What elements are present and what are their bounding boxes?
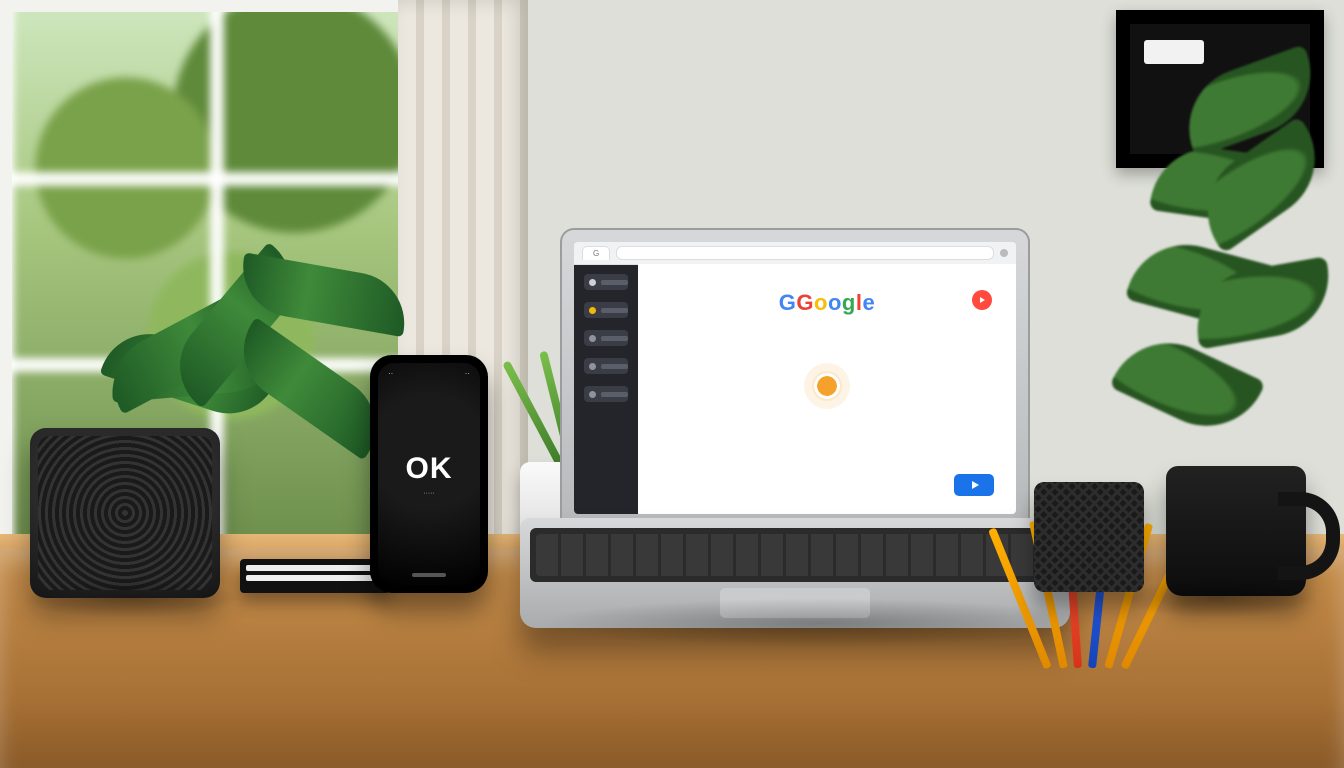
sidebar-item[interactable] <box>584 386 628 402</box>
browser-content: GGoogle <box>638 264 1016 514</box>
shadow <box>540 598 1100 648</box>
laptop-keyboard <box>530 528 1060 582</box>
shadow <box>20 578 240 618</box>
sidebar-item[interactable] <box>584 274 628 290</box>
phone-subline: ····· <box>423 490 435 497</box>
phone-screen: ·· ·· OK ····· <box>378 363 480 585</box>
browser-chrome: G <box>574 242 1016 265</box>
shadow <box>1116 578 1316 618</box>
window-control-icon[interactable] <box>1000 249 1008 257</box>
address-bar[interactable] <box>616 246 994 260</box>
pencil-cup <box>1034 482 1144 592</box>
app-sidebar <box>574 264 638 514</box>
google-logo: GGoogle <box>779 290 875 316</box>
plant-pot-left <box>30 428 220 598</box>
laptop-lid: G GGoogle <box>560 228 1030 528</box>
coffee-mug <box>1166 466 1306 596</box>
sidebar-item[interactable] <box>584 358 628 374</box>
primary-action-button[interactable] <box>954 474 994 496</box>
phone-status-right: ·· <box>465 369 470 378</box>
laptop: G GGoogle <box>560 228 1030 628</box>
phone-headline: OK <box>406 452 453 486</box>
phone-status-bar: ·· ·· <box>388 369 470 378</box>
center-orange-icon[interactable] <box>812 371 842 401</box>
sidebar-item[interactable] <box>584 330 628 346</box>
notification-badge-icon[interactable] <box>972 290 992 310</box>
phone-status-left: ·· <box>388 369 393 378</box>
smartphone: ·· ·· OK ····· <box>370 355 488 593</box>
browser-tab[interactable]: G <box>582 246 610 260</box>
laptop-screen: G GGoogle <box>574 242 1016 514</box>
potted-plant-left <box>10 178 310 438</box>
notebook <box>240 559 390 593</box>
foreground-plant-right <box>1064 60 1344 420</box>
sidebar-item[interactable] <box>584 302 628 318</box>
phone-home-indicator <box>412 573 446 577</box>
workspace-photo: ·· ·· OK ····· G <box>0 0 1344 768</box>
